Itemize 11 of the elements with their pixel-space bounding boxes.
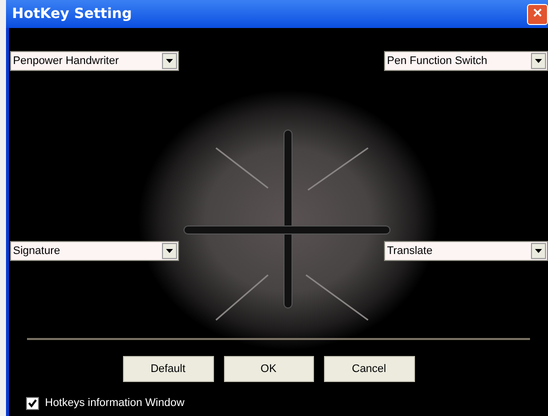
dialog-button[interactable]: Cancel	[324, 356, 414, 382]
checkbox[interactable]	[26, 396, 39, 410]
dialog-button[interactable]: OK	[224, 356, 314, 382]
dropdown[interactable]: Signature	[10, 241, 179, 261]
checkbox-label: Hotkeys information Window	[45, 396, 184, 411]
window-title: HotKey Setting	[12, 4, 132, 24]
dialog-button[interactable]: Default	[122, 356, 214, 382]
dropdown[interactable]: Translate	[384, 241, 548, 261]
dropdown[interactable]: Penpower Handwriter	[10, 51, 179, 71]
close-button[interactable]: ×	[527, 4, 548, 24]
dropdown[interactable]: Pen Function Switch	[384, 51, 548, 71]
